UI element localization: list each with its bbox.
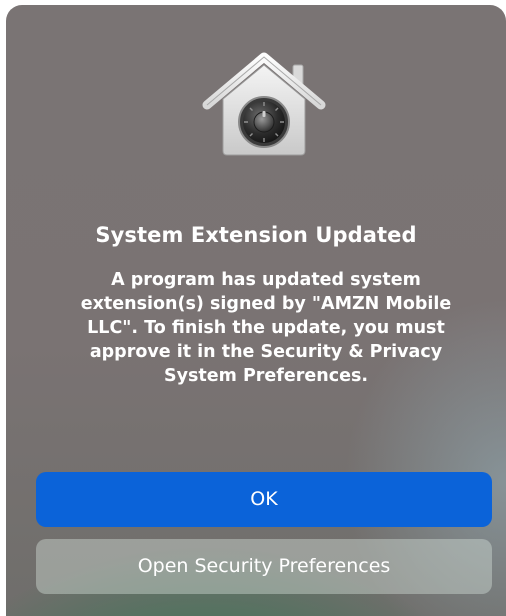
dialog-title: System Extension Updated [95,223,417,247]
open-security-preferences-button[interactable]: Open Security Preferences [36,539,492,594]
ok-button[interactable]: OK [36,472,492,527]
security-house-lock-icon [201,47,327,157]
security-house-lock-icon-graphic [202,52,326,156]
dialog-message: A program has updated system extension(s… [80,270,452,386]
system-extension-alert: System Extension Updated A program has u… [6,5,506,616]
